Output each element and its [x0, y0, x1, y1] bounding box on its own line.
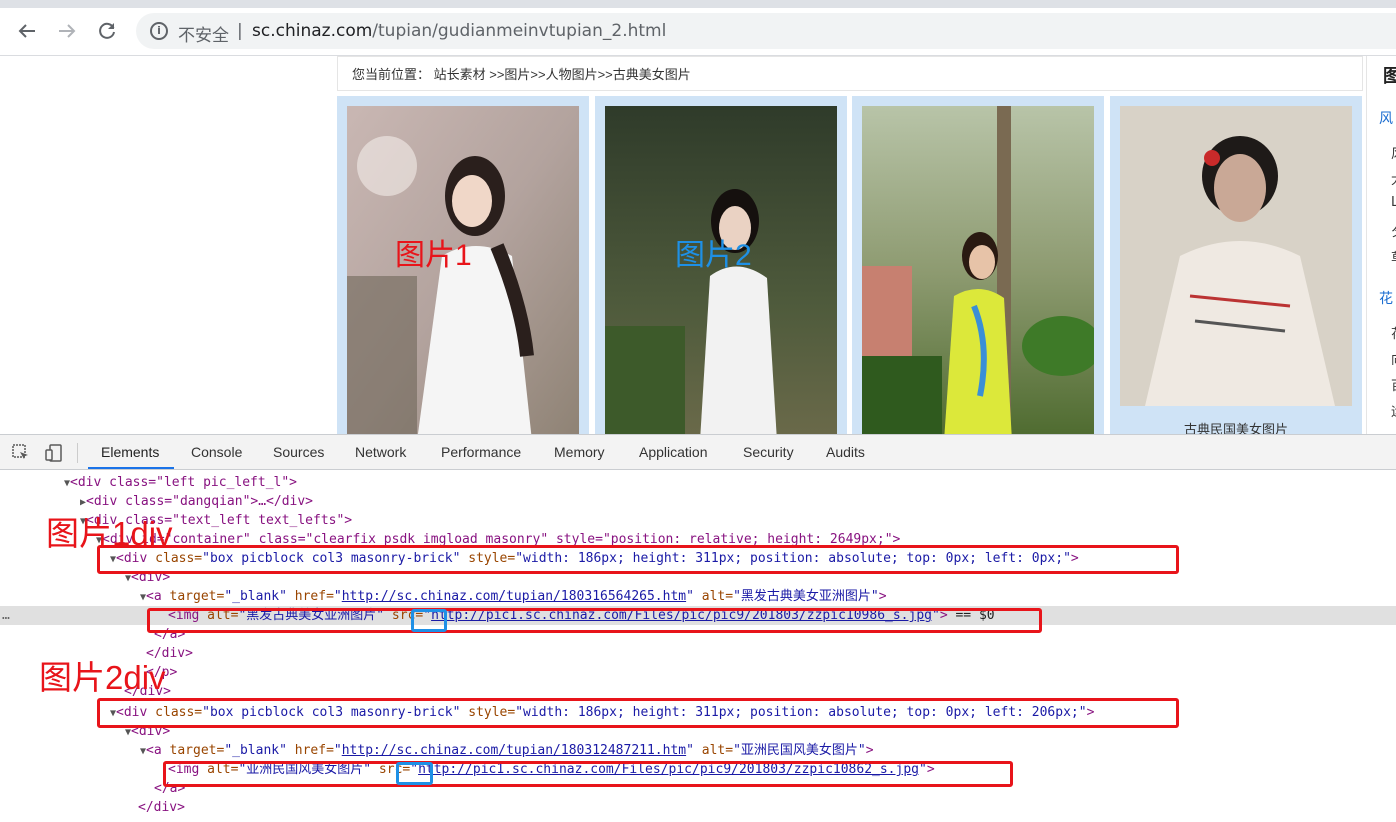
tab-application[interactable]: Application — [639, 444, 708, 460]
tab-network[interactable]: Network — [355, 444, 406, 460]
sidebar-link[interactable]: 夕 — [1391, 221, 1396, 240]
annotation-box-img2 — [163, 761, 1013, 787]
url-host: sc.chinaz.com — [252, 21, 373, 41]
dom-node[interactable]: ▶<div class="dangqian">…</div> — [0, 492, 1396, 511]
sidebar-link[interactable]: 百 — [1391, 375, 1396, 394]
web-page: 您当前位置： 站长素材 >>图片>>人物图片>>古典美女图片 图片1 图片2 古… — [0, 56, 1396, 434]
url-text[interactable]: sc.chinaz.com/tupian/gudianmeinvtupian_2… — [252, 21, 666, 41]
attr-name: target= — [161, 743, 225, 758]
reload-icon[interactable] — [93, 17, 121, 45]
dom-node[interactable]: ▼<div class="text_left text_lefts"> — [0, 511, 1396, 530]
image-caption-4[interactable]: 古典民国美女图片 — [1110, 419, 1362, 434]
info-icon[interactable]: i — [150, 22, 168, 40]
attr-name: href= — [286, 589, 334, 604]
sidebar-link[interactable]: 风 — [1391, 143, 1396, 162]
dom-node[interactable]: </div> — [0, 644, 1396, 663]
dom-tag: <div class="left pic_left_l"> — [70, 475, 298, 490]
sidebar-heading: 图 — [1383, 62, 1396, 88]
toolbar-divider — [77, 443, 78, 463]
tab-sources[interactable]: Sources — [273, 444, 324, 460]
arrow-left-icon[interactable] — [13, 17, 41, 45]
overlay-label-2: 图片2 — [675, 239, 752, 272]
sidebar-category-1[interactable]: 风 — [1379, 108, 1393, 128]
device-toolbar-icon[interactable] — [45, 444, 63, 462]
arrow-right-icon[interactable] — [53, 17, 81, 45]
attr-value: "黑发古典美女亚洲图片" — [733, 589, 879, 604]
photo-woman-yellow-dress[interactable] — [862, 106, 1094, 434]
image-card-4[interactable]: 古典民国美女图片 — [1110, 96, 1362, 434]
tab-security[interactable]: Security — [743, 444, 794, 460]
sidebar-link[interactable]: 向 — [1391, 349, 1396, 368]
security-status[interactable]: 不安全 — [178, 21, 229, 46]
sidebar-link[interactable]: L — [1391, 195, 1396, 210]
annotation-box-img1 — [147, 608, 1042, 633]
sidebar-link[interactable]: 草 — [1391, 247, 1396, 266]
sidebar-link[interactable]: 大 — [1391, 169, 1396, 188]
devtools-toolbar: Elements Console Sources Network Perform… — [0, 435, 1396, 470]
tab-audits[interactable]: Audits — [826, 444, 865, 460]
annotation-box-div2 — [97, 698, 1179, 728]
tab-performance[interactable]: Performance — [441, 444, 521, 460]
annotation-box-src1 — [411, 609, 447, 632]
address-bar[interactable]: i 不安全 | sc.chinaz.com/tupian/gudianmeinv… — [136, 13, 1396, 49]
tab-console[interactable]: Console — [191, 444, 242, 460]
dom-node[interactable]: ▼<div class="left pic_left_l"> — [0, 473, 1396, 492]
annotation-label-1: 图片1div — [46, 515, 173, 552]
attr-name: alt= — [693, 589, 734, 604]
dom-tag: </div> — [138, 800, 185, 815]
dom-node[interactable]: </p> — [0, 663, 1396, 682]
attr-name: alt= — [693, 743, 734, 758]
annotation-box-div1 — [97, 545, 1179, 574]
dom-tag: > — [878, 589, 887, 604]
attr-value: "亚洲民国风美女图片" — [733, 743, 866, 758]
image-card-3[interactable] — [852, 96, 1104, 434]
inspect-element-icon[interactable] — [12, 444, 30, 462]
annotation-label-2: 图片2div — [39, 659, 166, 696]
sidebar-link[interactable]: 运 — [1391, 401, 1396, 420]
dom-node-link1[interactable]: ▼<a target="_blank" href="http://sc.chin… — [0, 587, 1396, 606]
devtools-panel: Elements Console Sources Network Perform… — [0, 434, 1396, 821]
browser-toolbar: i 不安全 | sc.chinaz.com/tupian/gudianmeinv… — [0, 0, 1396, 56]
tab-memory[interactable]: Memory — [554, 444, 605, 460]
breadcrumb: 您当前位置： 站长素材 >>图片>>人物图片>>古典美女图片 — [337, 56, 1363, 91]
sidebar-link[interactable]: 花 — [1391, 323, 1396, 342]
attr-value: "_blank" — [224, 589, 287, 604]
dom-tag: > — [865, 743, 874, 758]
tab-elements[interactable]: Elements — [101, 444, 159, 460]
href-link[interactable]: http://sc.chinaz.com/tupian/180312487211… — [342, 743, 686, 758]
photo-woman-vintage[interactable] — [1120, 106, 1352, 406]
active-tab-indicator — [88, 467, 174, 469]
address-separator: | — [237, 21, 243, 41]
tab-strip — [0, 0, 1396, 8]
image-card-2[interactable]: 图片2 — [595, 96, 847, 434]
dom-node-link2[interactable]: ▼<a target="_blank" href="http://sc.chin… — [0, 741, 1396, 760]
href-link[interactable]: http://sc.chinaz.com/tupian/180316564265… — [342, 589, 686, 604]
url-path: /tupian/gudianmeinvtupian_2.html — [372, 21, 667, 41]
attr-value: "_blank" — [224, 743, 287, 758]
overlay-label-1: 图片1 — [395, 239, 472, 272]
attr-name: href= — [286, 743, 334, 758]
annotation-box-src2 — [396, 762, 433, 785]
gutter-ellipsis[interactable]: … — [2, 606, 10, 625]
dom-tag: <a — [146, 589, 162, 604]
right-sidebar: 图 风 风 大 L 夕 草 花 花 向 百 运 — [1366, 56, 1396, 434]
dom-node[interactable]: </div> — [0, 798, 1396, 817]
attr-name: target= — [161, 589, 225, 604]
image-card-1[interactable]: 图片1 — [337, 96, 589, 434]
dom-tag: <a — [146, 743, 162, 758]
sidebar-category-2[interactable]: 花 — [1379, 288, 1393, 308]
